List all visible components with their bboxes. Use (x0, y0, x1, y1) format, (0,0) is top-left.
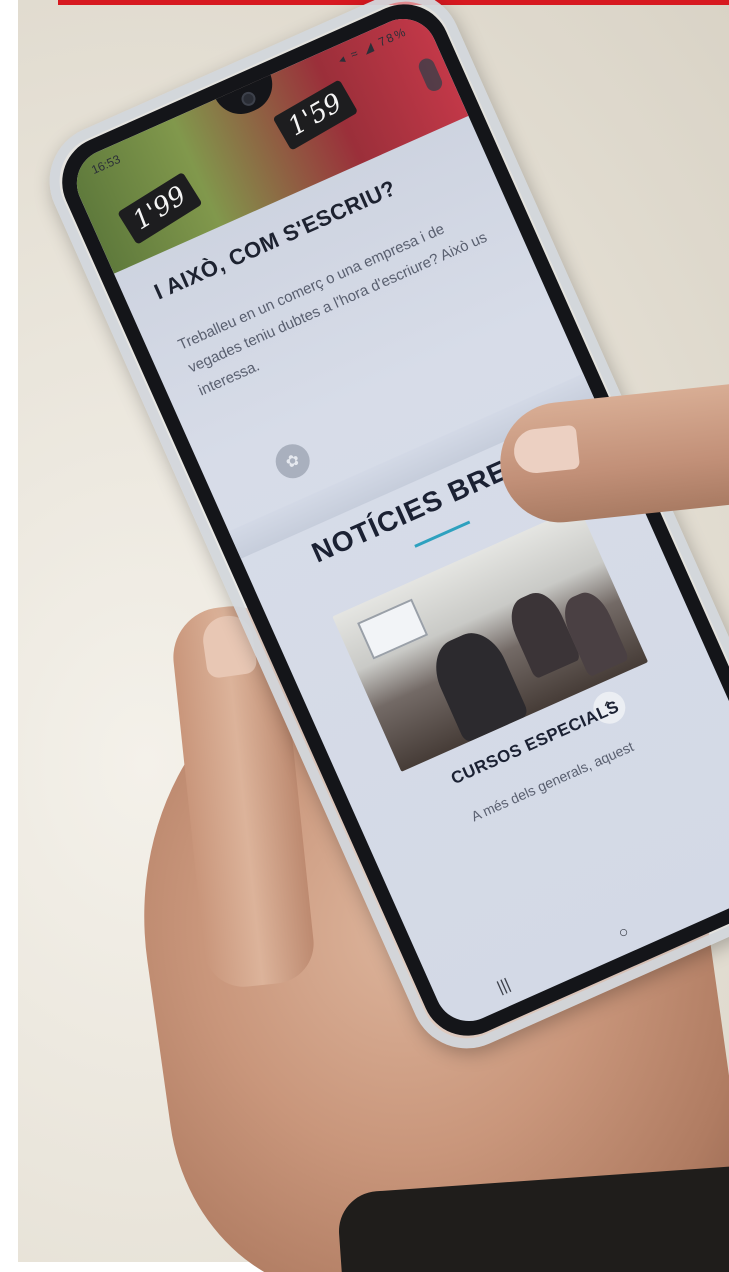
left-border (0, 0, 18, 1272)
share-icon[interactable]: ✿ (270, 438, 316, 484)
home-icon[interactable]: ○ (616, 923, 632, 943)
finger-nail (511, 424, 581, 476)
recents-icon[interactable]: ||| (495, 976, 514, 998)
photo-person (424, 623, 530, 744)
section-body: Treballeu en un comerç o una empresa i d… (175, 220, 490, 400)
news-heading-underline (414, 520, 471, 548)
photo-frame: 1'99 1'59 16:53 ◂ ≈ ◢ 78% I AIXÒ, COM S'… (0, 0, 729, 1272)
price-sign-left: 1'99 (117, 171, 203, 245)
news-article-image[interactable] (332, 506, 649, 772)
photo-screen (357, 598, 429, 660)
